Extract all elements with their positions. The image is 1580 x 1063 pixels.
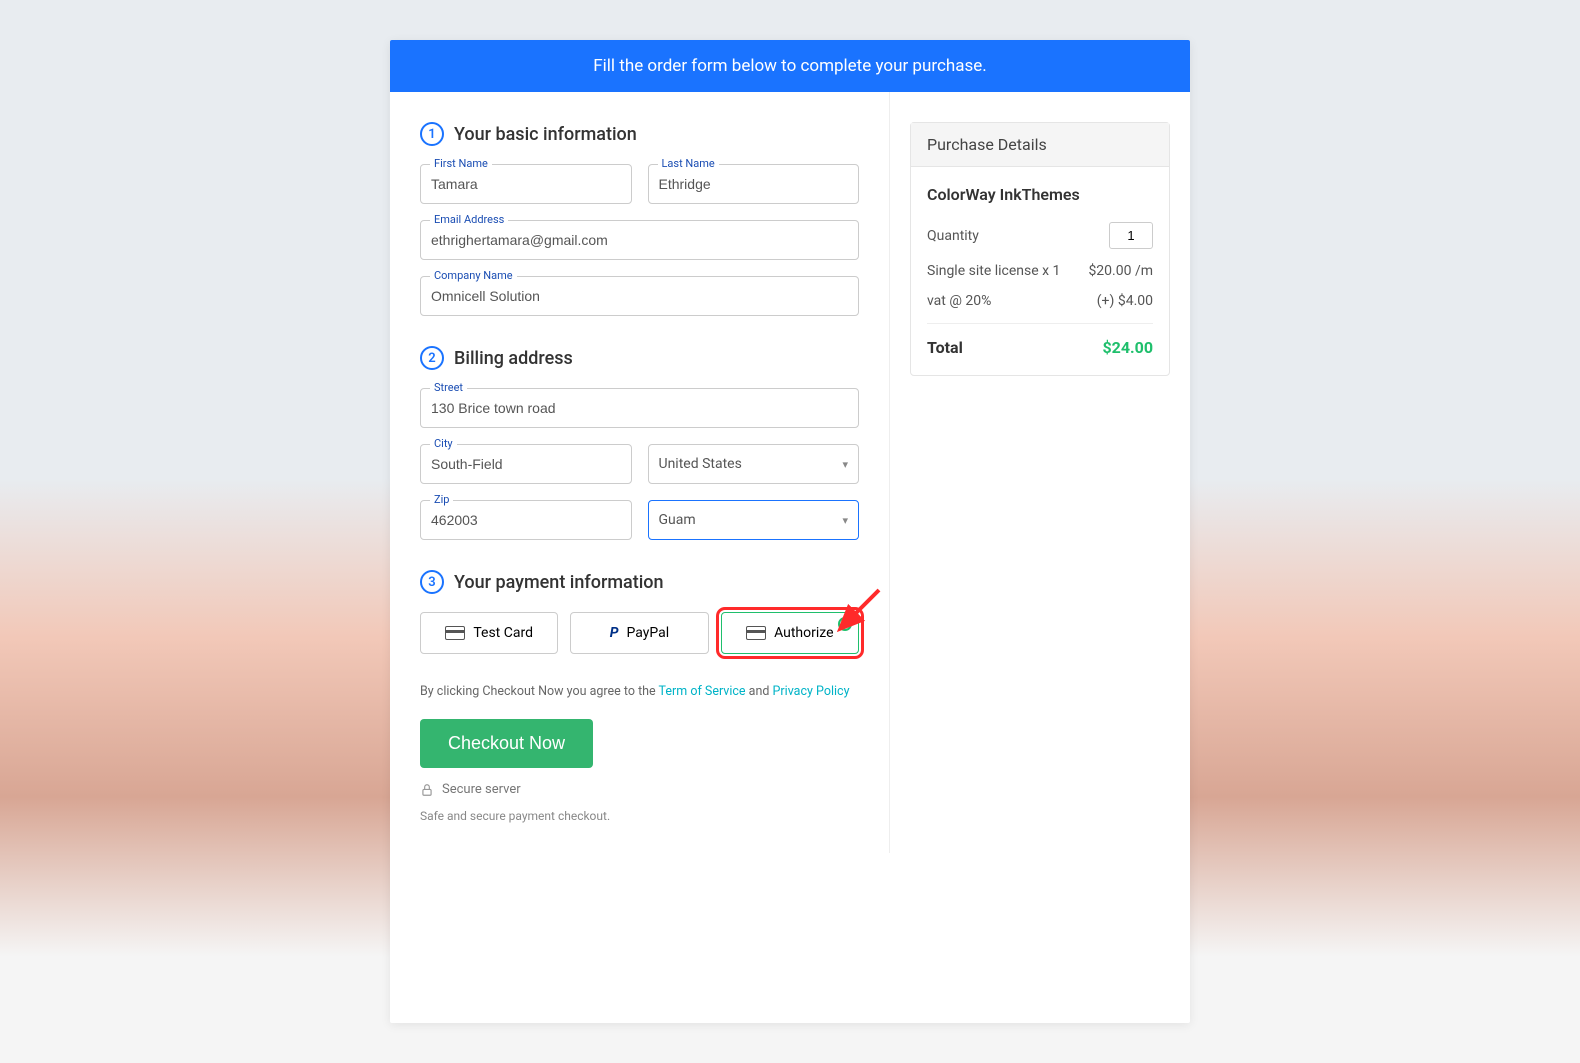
state-select[interactable]: Guam ▾ xyxy=(648,500,860,540)
total-label: Total xyxy=(927,338,963,357)
quantity-input[interactable] xyxy=(1109,222,1153,249)
company-field: Company Name xyxy=(420,276,859,316)
section-title-billing: 2 Billing address xyxy=(420,346,859,370)
line-item-label: Single site license x 1 xyxy=(927,263,1060,279)
company-input[interactable] xyxy=(420,276,859,316)
zip-input[interactable] xyxy=(420,500,632,540)
total-row: Total $24.00 xyxy=(927,338,1153,357)
lock-icon xyxy=(420,783,434,797)
country-field: United States ▾ xyxy=(648,444,860,484)
payment-section: 3 Your payment information Test Card P P… xyxy=(420,570,859,654)
section-title-payment: 3 Your payment information xyxy=(420,570,859,594)
payment-options: Test Card P PayPal ✓ Authorize xyxy=(420,612,859,654)
step-number-1: 1 xyxy=(420,122,444,146)
basic-info-section: 1 Your basic information First Name Last… xyxy=(420,122,859,316)
last-name-input[interactable] xyxy=(648,164,860,204)
first-name-field: First Name xyxy=(420,164,632,204)
card-icon xyxy=(746,626,766,640)
form-column: 1 Your basic information First Name Last… xyxy=(390,92,890,853)
product-name: ColorWay InkThemes xyxy=(927,185,1153,204)
vat-price: (+) $4.00 xyxy=(1097,293,1153,309)
paypal-icon: P xyxy=(610,625,619,641)
payment-test-card[interactable]: Test Card xyxy=(420,612,558,654)
vat-row: vat @ 20% (+) $4.00 xyxy=(927,293,1153,309)
secure-note: Safe and secure payment checkout. xyxy=(420,809,859,823)
line-item-row: Single site license x 1 $20.00 /m xyxy=(927,263,1153,279)
annotation-arrow xyxy=(837,586,883,632)
vat-label: vat @ 20% xyxy=(927,293,991,309)
company-label: Company Name xyxy=(430,269,517,282)
street-input[interactable] xyxy=(420,388,859,428)
first-name-label: First Name xyxy=(430,157,492,170)
divider xyxy=(927,323,1153,324)
street-field: Street xyxy=(420,388,859,428)
details-column: Purchase Details ColorWay InkThemes Quan… xyxy=(890,92,1190,853)
country-value: United States xyxy=(659,456,742,472)
city-field: City xyxy=(420,444,632,484)
chevron-down-icon: ▾ xyxy=(842,458,848,471)
email-field: Email Address xyxy=(420,220,859,260)
details-head: Purchase Details xyxy=(911,123,1169,167)
quantity-row: Quantity xyxy=(927,222,1153,249)
section-heading: Billing address xyxy=(454,348,573,369)
checkout-button[interactable]: Checkout Now xyxy=(420,719,593,768)
line-item-price: $20.00 /m xyxy=(1088,263,1153,279)
first-name-input[interactable] xyxy=(420,164,632,204)
terms-of-service-link[interactable]: Term of Service xyxy=(659,684,746,699)
street-label: Street xyxy=(430,381,467,394)
payment-label: PayPal xyxy=(627,625,670,641)
section-title-basic: 1 Your basic information xyxy=(420,122,859,146)
city-input[interactable] xyxy=(420,444,632,484)
city-label: City xyxy=(430,437,457,450)
last-name-field: Last Name xyxy=(648,164,860,204)
banner: Fill the order form below to complete yo… xyxy=(390,40,1190,92)
step-number-3: 3 xyxy=(420,570,444,594)
state-value: Guam xyxy=(659,512,696,528)
secure-server-text: Secure server xyxy=(442,782,521,797)
section-heading: Your payment information xyxy=(454,572,664,593)
card-icon xyxy=(445,626,465,640)
content: 1 Your basic information First Name Last… xyxy=(390,92,1190,853)
country-select[interactable]: United States ▾ xyxy=(648,444,860,484)
email-input[interactable] xyxy=(420,220,859,260)
secure-server: Secure server xyxy=(420,782,859,797)
zip-label: Zip xyxy=(430,493,453,506)
section-heading: Your basic information xyxy=(454,124,637,145)
step-number-2: 2 xyxy=(420,346,444,370)
state-field: Guam ▾ xyxy=(648,500,860,540)
billing-section: 2 Billing address Street City xyxy=(420,346,859,540)
chevron-down-icon: ▾ xyxy=(842,514,848,527)
last-name-label: Last Name xyxy=(658,157,719,170)
payment-paypal[interactable]: P PayPal xyxy=(570,612,708,654)
payment-label: Authorize xyxy=(774,625,833,641)
zip-field: Zip xyxy=(420,500,632,540)
privacy-policy-link[interactable]: Privacy Policy xyxy=(773,684,850,699)
payment-label: Test Card xyxy=(473,625,533,641)
details-body: ColorWay InkThemes Quantity Single site … xyxy=(911,167,1169,375)
email-label: Email Address xyxy=(430,213,508,226)
total-amount: $24.00 xyxy=(1102,338,1153,357)
checkout-card: Fill the order form below to complete yo… xyxy=(390,40,1190,1023)
purchase-details: Purchase Details ColorWay InkThemes Quan… xyxy=(910,122,1170,376)
terms-text: By clicking Checkout Now you agree to th… xyxy=(420,684,859,699)
quantity-label: Quantity xyxy=(927,228,979,244)
